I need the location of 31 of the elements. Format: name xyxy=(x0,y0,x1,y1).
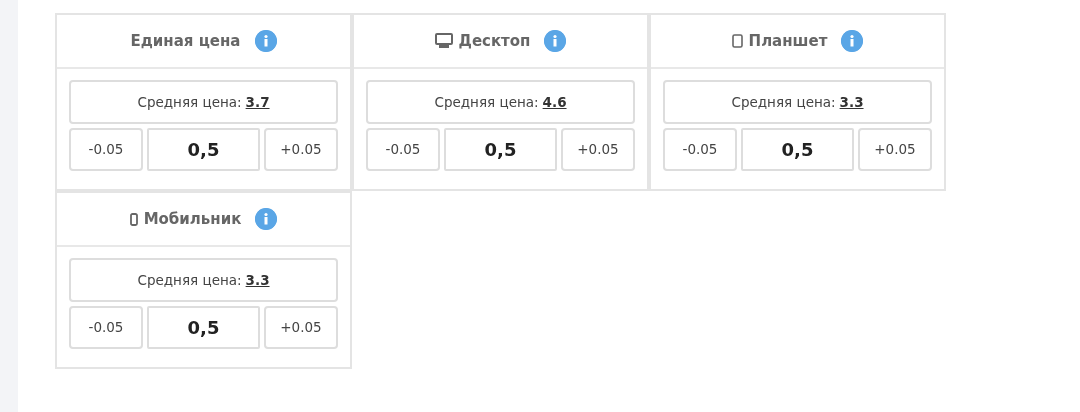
average-price-label: Средняя цена: xyxy=(731,92,836,112)
increment-button[interactable]: +0.05 xyxy=(264,306,338,349)
card-title: Планшет xyxy=(748,30,828,52)
bid-input[interactable]: 0,5 xyxy=(147,306,260,349)
bid-input[interactable]: 0,5 xyxy=(741,128,854,171)
average-price-link[interactable]: 3.7 xyxy=(245,91,270,113)
bid-input[interactable]: 0,5 xyxy=(147,128,260,171)
info-icon[interactable] xyxy=(254,30,277,52)
tablet-icon xyxy=(731,34,743,48)
info-icon[interactable] xyxy=(544,30,567,52)
decrement-button[interactable]: -0.05 xyxy=(69,306,143,349)
average-price-link[interactable]: 3.3 xyxy=(839,91,864,113)
decrement-button[interactable]: -0.05 xyxy=(69,128,143,171)
increment-button[interactable]: +0.05 xyxy=(264,128,338,171)
decrement-button[interactable]: -0.05 xyxy=(366,128,440,171)
average-price-label: Средняя цена: xyxy=(137,92,242,112)
average-price-link[interactable]: 3.3 xyxy=(245,269,270,291)
decrement-button[interactable]: -0.05 xyxy=(663,128,737,171)
average-price-label: Средняя цена: xyxy=(434,92,539,112)
monitor-icon xyxy=(434,33,453,49)
phone-icon xyxy=(129,212,138,226)
increment-button[interactable]: +0.05 xyxy=(561,128,635,171)
increment-button[interactable]: +0.05 xyxy=(858,128,932,171)
card-title: Мобильник xyxy=(143,208,242,230)
info-icon[interactable] xyxy=(841,30,864,52)
bid-input[interactable]: 0,5 xyxy=(444,128,557,171)
average-price-link[interactable]: 4.6 xyxy=(542,91,567,113)
info-icon[interactable] xyxy=(255,208,278,230)
card-title: Десктоп xyxy=(458,30,531,52)
average-price-label: Средняя цена: xyxy=(137,270,242,290)
card-title: Единая цена xyxy=(130,30,241,52)
